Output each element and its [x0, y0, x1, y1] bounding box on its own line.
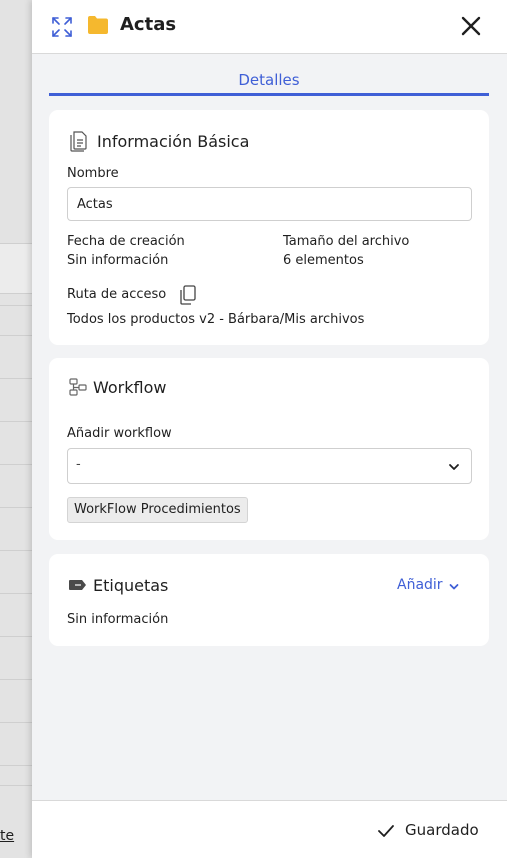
- tag-icon: [69, 580, 86, 590]
- background-divider: [0, 722, 32, 723]
- workflow-icon: [69, 378, 87, 396]
- background-divider: [0, 243, 32, 244]
- background-divider: [0, 305, 32, 306]
- basic-info-title: Información Básica: [97, 132, 250, 151]
- add-workflow-label: Añadir workflow: [67, 426, 172, 441]
- drawer-title: Actas: [120, 14, 177, 35]
- background-divider: [0, 765, 32, 766]
- path-label: Ruta de acceso: [67, 287, 167, 302]
- creation-date-value: Sin información: [67, 253, 169, 268]
- drawer-header: Actas: [32, 0, 507, 54]
- details-drawer: Actas Detalles Información Básica Nombre…: [32, 0, 507, 858]
- workflow-select[interactable]: -: [67, 448, 472, 484]
- background-divider: [0, 593, 32, 594]
- name-input[interactable]: [67, 187, 472, 221]
- background-page: te: [0, 0, 32, 858]
- drawer-footer: Guardado: [32, 800, 507, 858]
- path-value: Todos los productos v2 - Bárbara/Mis arc…: [67, 312, 365, 327]
- tags-empty-text: Sin información: [67, 612, 169, 627]
- tags-title: Etiquetas: [93, 576, 169, 595]
- tab-details[interactable]: Detalles: [49, 54, 489, 96]
- save-status: Guardado: [405, 821, 479, 839]
- workflow-select-value: -: [76, 457, 81, 472]
- chevron-down-icon[interactable]: [448, 581, 460, 593]
- background-divider: [0, 464, 32, 465]
- background-divider: [0, 507, 32, 508]
- background-row: [0, 243, 32, 293]
- background-divider: [0, 550, 32, 551]
- background-divider: [0, 421, 32, 422]
- background-divider: [0, 378, 32, 379]
- close-icon[interactable]: [460, 15, 482, 37]
- background-divider: [0, 679, 32, 680]
- folder-icon: [88, 16, 108, 34]
- background-divider: [0, 636, 32, 637]
- workflow-chip[interactable]: WorkFlow Procedimientos: [67, 497, 248, 523]
- chevron-down-icon: [449, 464, 459, 470]
- copy-icon[interactable]: [179, 285, 197, 305]
- file-size-value: 6 elementos: [283, 253, 364, 268]
- tags-card: Etiquetas Añadir Sin información: [49, 554, 489, 646]
- document-icon: [70, 131, 87, 152]
- background-divider: [0, 293, 32, 294]
- expand-icon[interactable]: [51, 16, 73, 38]
- check-icon: [378, 825, 394, 837]
- creation-date-label: Fecha de creación: [67, 234, 185, 249]
- tab-bar: Detalles: [49, 54, 489, 98]
- background-divider: [0, 785, 32, 786]
- workflow-title: Workflow: [93, 378, 167, 397]
- workflow-card: Workflow Añadir workflow - WorkFlow Proc…: [49, 358, 489, 540]
- file-size-label: Tamaño del archivo: [283, 234, 410, 249]
- background-link[interactable]: te: [0, 828, 14, 844]
- background-divider: [0, 335, 32, 336]
- basic-info-card: Información Básica Nombre Fecha de creac…: [49, 110, 489, 345]
- add-tag-button[interactable]: Añadir: [397, 577, 443, 593]
- name-label: Nombre: [67, 166, 119, 181]
